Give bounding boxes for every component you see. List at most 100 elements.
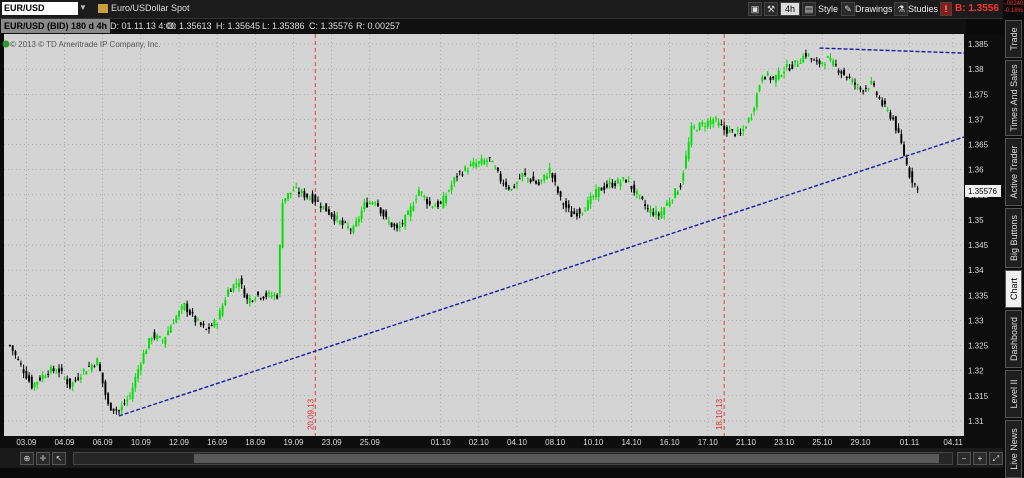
candle-body [802, 55, 805, 62]
candle-body [791, 64, 794, 69]
candle-body [834, 64, 837, 66]
candle-body [123, 403, 126, 405]
candle-body [186, 303, 189, 313]
candle-body [499, 173, 502, 182]
studies-button[interactable]: Studies [905, 2, 941, 16]
candle-body [126, 399, 129, 402]
candle-body [287, 192, 289, 199]
candle-body [104, 381, 107, 395]
side-tab-active-trader[interactable]: Active Trader [1005, 138, 1022, 206]
candle-body [483, 160, 486, 165]
candle-body [311, 193, 314, 203]
side-tab-chart[interactable]: Chart [1005, 270, 1022, 308]
candle-body [308, 198, 311, 200]
scrollbar-thumb[interactable] [194, 454, 939, 463]
zoom-out-icon[interactable]: − [957, 452, 971, 465]
side-tab-times-and-sales[interactable]: Times And Sales [1005, 60, 1022, 136]
candle-body [404, 214, 407, 227]
candle-body [148, 338, 150, 348]
expand-icon[interactable]: ⤢ [989, 452, 1003, 465]
candle-body [750, 117, 753, 119]
candle-body [873, 83, 876, 86]
candle-body [532, 176, 535, 182]
candle-body [169, 326, 172, 333]
crosshair-icon[interactable]: ✛ [36, 452, 50, 465]
candle-body [766, 72, 769, 76]
side-tab-dashboard[interactable]: Dashboard [1005, 310, 1022, 368]
candle-body [461, 174, 464, 176]
candle-body [734, 134, 736, 136]
candle-body [180, 306, 183, 310]
side-tab-live-news[interactable]: Live News [1005, 420, 1022, 478]
side-tab-level-ii[interactable]: Level II [1005, 370, 1022, 418]
y-tick-label: 1.375 [968, 90, 989, 99]
price-chart[interactable]: 1.3851.381.3751.371.3651.361.3551.351.34… [0, 34, 1003, 448]
candle-body [262, 296, 265, 299]
candle-body [90, 364, 93, 371]
zoom-icon[interactable]: ⊕ [20, 452, 34, 465]
alert-icon[interactable]: ! [940, 2, 952, 16]
x-tick-label: 08.10 [545, 438, 566, 447]
symbol-input[interactable]: EUR/USD [2, 2, 78, 15]
candle-body [486, 160, 488, 163]
candle-body [398, 225, 401, 228]
drawings-button[interactable]: Drawings [852, 2, 896, 16]
cursor-icon[interactable]: ↖ [52, 452, 66, 465]
side-tab-big-buttons[interactable]: Big Buttons [1005, 208, 1022, 268]
candle-body [423, 195, 426, 198]
y-tick-label: 1.33 [968, 316, 984, 325]
candle-body [396, 224, 399, 229]
wrench-icon[interactable]: ⚒ [764, 2, 778, 16]
side-tab-trade[interactable]: Trade [1005, 20, 1022, 58]
side-tab-label: Dashboard [1008, 316, 1019, 362]
candle-body [804, 53, 807, 57]
style-icon[interactable]: ▤ [802, 2, 816, 16]
candle-body [840, 71, 843, 74]
candle-body [494, 167, 497, 169]
candle-body [434, 205, 437, 207]
x-tick-label: 18.09 [245, 438, 266, 447]
style-button[interactable]: Style [815, 2, 841, 16]
candle-body [725, 127, 728, 134]
candle-body [829, 57, 832, 61]
candle-body [780, 75, 783, 77]
candle-body [845, 76, 848, 79]
candle-body [257, 291, 259, 296]
candle-body [273, 294, 276, 296]
candle-body [627, 180, 630, 182]
candle-body [191, 311, 194, 314]
study-symbol-label[interactable]: EUR/USD (BID) 180 d 4h [1, 19, 111, 33]
candle-body [905, 157, 908, 165]
candle-body [701, 122, 704, 125]
candle-body [777, 70, 780, 80]
y-tick-label: 1.32 [968, 367, 984, 376]
candle-body [453, 177, 456, 184]
candle-body [366, 202, 369, 208]
candle-body [284, 198, 287, 202]
zoom-in-icon[interactable]: + [973, 452, 987, 465]
candle-body [224, 299, 227, 306]
candle-body [131, 387, 134, 400]
candle-body [758, 85, 761, 91]
candle-body [900, 133, 903, 143]
candle-body [254, 298, 257, 300]
candle-body [330, 212, 333, 217]
candle-body [856, 84, 859, 86]
candle-body [685, 155, 687, 169]
candle-body [622, 177, 625, 179]
candle-body [178, 311, 180, 317]
candle-body [567, 204, 570, 209]
candle-body [682, 173, 685, 182]
candle-body [464, 166, 467, 171]
tools-icon[interactable]: ▣ [748, 2, 762, 16]
chevron-down-icon[interactable]: ▼ [79, 3, 89, 15]
candle-body [28, 375, 31, 382]
candle-body [671, 199, 674, 202]
price-change: -.00240 -0.18% [1003, 1, 1023, 15]
x-tick-label: 04.11 [943, 438, 963, 447]
timeframe-button[interactable]: 4h [780, 2, 800, 16]
candle-body [526, 177, 529, 179]
candle-body [360, 210, 363, 220]
candle-body [139, 364, 142, 371]
horizontal-scrollbar[interactable] [73, 452, 953, 465]
